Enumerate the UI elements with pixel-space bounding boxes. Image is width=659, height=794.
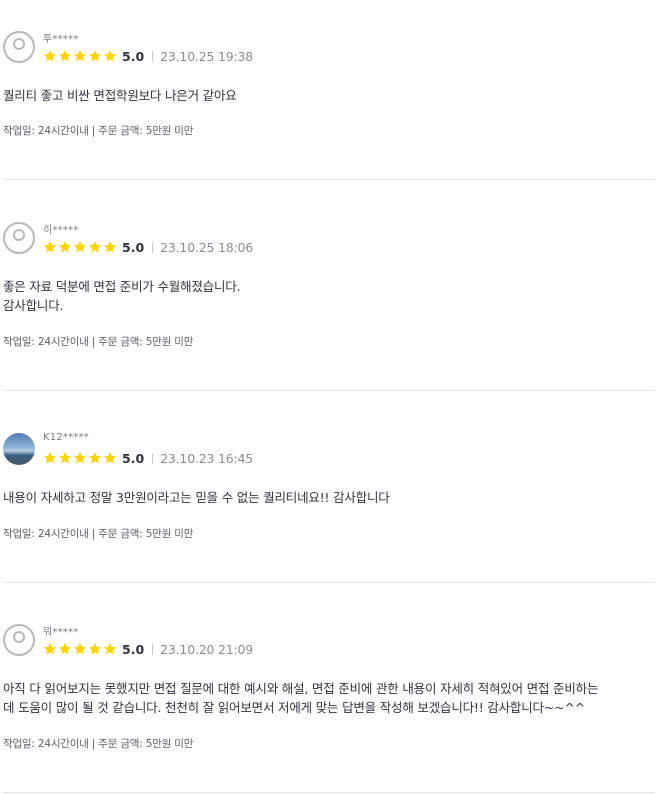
star-rating <box>43 451 118 465</box>
star-icon <box>88 642 103 656</box>
review-divider <box>3 179 655 180</box>
rating-row: 5.0 23.10.25 19:38 <box>43 47 253 65</box>
review-text: 내용이 자세하고 정말 3만원이라고는 믿을 수 없는 퀄리티네요!! 감사합니… <box>3 490 390 505</box>
star-icon <box>43 49 58 63</box>
reviewer-nickname: K12***** <box>43 432 89 443</box>
star-icon <box>58 240 73 254</box>
star-icon <box>43 451 58 465</box>
rating-row: 5.0 23.10.23 16:45 <box>43 449 253 467</box>
review-divider <box>3 792 655 793</box>
photo-avatar[interactable] <box>3 433 35 465</box>
rating-row: 5.0 23.10.25 18:06 <box>43 238 253 256</box>
divider <box>152 50 154 62</box>
rating-score: 5.0 <box>122 450 145 466</box>
review-list: 투***** 5.0 23.10.25 19:38 퀄리티 좋고 비싼 면접학원… <box>0 0 659 794</box>
star-rating <box>43 642 118 656</box>
star-icon <box>88 49 103 63</box>
star-icon <box>88 240 103 254</box>
star-icon <box>73 49 88 63</box>
star-icon <box>58 451 73 465</box>
star-rating <box>43 240 118 254</box>
star-icon <box>58 49 73 63</box>
rating-row: 5.0 23.10.20 21:09 <box>43 640 253 658</box>
divider <box>152 452 154 464</box>
reviewer-nickname: 투***** <box>43 34 79 45</box>
review-text: 좋은 자료 덕분에 면접 준비가 수월해졌습니다. 감사합니다. <box>3 279 241 313</box>
rating-score: 5.0 <box>122 48 145 64</box>
review-date: 23.10.20 21:09 <box>160 641 254 657</box>
star-icon <box>43 642 58 656</box>
review-text: 아직 다 읽어보지는 못했지만 면접 질문에 대한 예시와 해설, 면접 준비에… <box>3 681 599 715</box>
order-info: 작업일: 24시간이내 | 주문 금액: 5만원 미만 <box>3 125 194 137</box>
star-icon <box>73 642 88 656</box>
star-icon <box>58 642 73 656</box>
order-info: 작업일: 24시간이내 | 주문 금액: 5만원 미만 <box>3 528 194 540</box>
review-divider <box>3 390 655 391</box>
star-icon <box>43 240 58 254</box>
default-avatar-icon[interactable] <box>3 624 35 656</box>
star-icon <box>103 642 118 656</box>
divider <box>152 643 154 655</box>
review-date: 23.10.25 19:38 <box>160 48 254 64</box>
reviewer-nickname: 히***** <box>43 225 79 236</box>
order-info: 작업일: 24시간이내 | 주문 금액: 5만원 미만 <box>3 336 194 348</box>
star-icon <box>103 49 118 63</box>
review-date: 23.10.25 18:06 <box>160 239 254 255</box>
review-date: 23.10.23 16:45 <box>160 450 254 466</box>
star-icon <box>73 240 88 254</box>
review-text: 퀄리티 좋고 비싼 면접학원보다 나은거 같아요 <box>3 88 237 103</box>
review-divider <box>3 582 655 583</box>
order-info: 작업일: 24시간이내 | 주문 금액: 5만원 미만 <box>3 738 194 750</box>
reviewer-nickname: 뭐***** <box>43 627 79 638</box>
divider <box>152 241 154 253</box>
star-icon <box>73 451 88 465</box>
star-rating <box>43 49 118 63</box>
rating-score: 5.0 <box>122 641 145 657</box>
default-avatar-icon[interactable] <box>3 31 35 63</box>
star-icon <box>88 451 103 465</box>
star-icon <box>103 451 118 465</box>
rating-score: 5.0 <box>122 239 145 255</box>
default-avatar-icon[interactable] <box>3 222 35 254</box>
star-icon <box>103 240 118 254</box>
